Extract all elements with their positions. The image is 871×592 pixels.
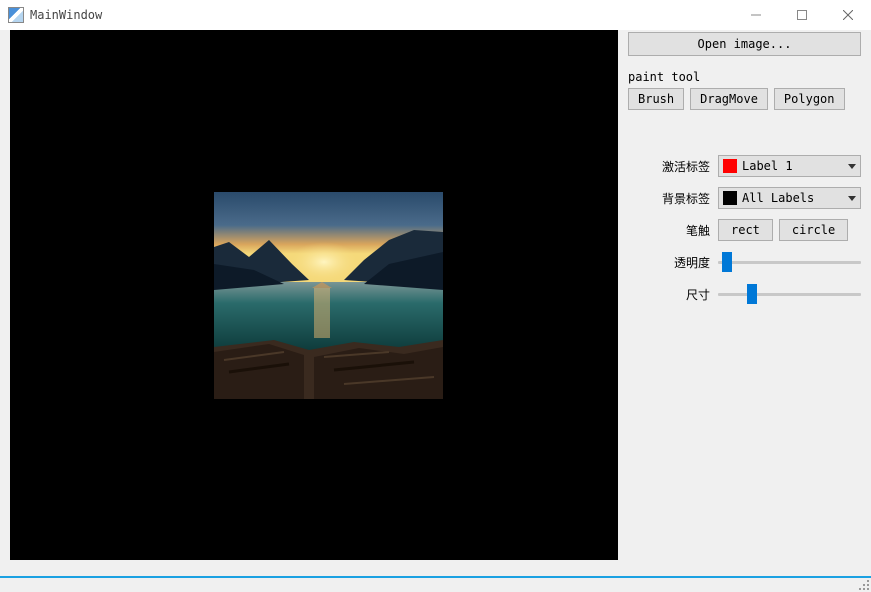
active-label-row: 激活标签 Label 1	[628, 155, 861, 177]
titlebar: MainWindow	[0, 0, 871, 30]
resize-grip[interactable]	[857, 578, 869, 590]
window-title: MainWindow	[30, 8, 102, 22]
close-icon	[843, 10, 853, 20]
main-content: Open image... paint tool Brush DragMove …	[0, 30, 871, 575]
active-label-select[interactable]: Label 1	[718, 155, 861, 177]
rect-button[interactable]: rect	[718, 219, 773, 241]
dragmove-button[interactable]: DragMove	[690, 88, 768, 110]
bg-label-text: 背景标签	[628, 190, 710, 207]
bg-label-value: All Labels	[742, 191, 844, 205]
maximize-icon	[797, 10, 807, 20]
chevron-down-icon	[848, 196, 856, 201]
image-canvas[interactable]	[10, 30, 618, 560]
loaded-image	[214, 192, 443, 399]
app-icon	[8, 7, 24, 23]
active-label-text: 激活标签	[628, 158, 710, 175]
minimize-icon	[751, 10, 761, 20]
brush-shape-text: 笔触	[628, 222, 710, 239]
brush-shape-row: 笔触 rect circle	[628, 219, 861, 241]
control-panel: Open image... paint tool Brush DragMove …	[628, 30, 861, 570]
chevron-down-icon	[848, 164, 856, 169]
circle-button[interactable]: circle	[779, 219, 848, 241]
bg-label-row: 背景标签 All Labels	[628, 187, 861, 209]
bg-label-select[interactable]: All Labels	[718, 187, 861, 209]
open-image-button[interactable]: Open image...	[628, 32, 861, 56]
minimize-button[interactable]	[733, 0, 779, 30]
slider-thumb[interactable]	[747, 284, 757, 304]
active-label-value: Label 1	[742, 159, 844, 173]
bg-label-swatch	[723, 191, 737, 205]
opacity-slider[interactable]	[718, 251, 861, 273]
opacity-label: 透明度	[628, 254, 710, 271]
brush-button[interactable]: Brush	[628, 88, 684, 110]
size-row: 尺寸	[628, 283, 861, 305]
opacity-row: 透明度	[628, 251, 861, 273]
maximize-button[interactable]	[779, 0, 825, 30]
paint-tool-label: paint tool	[628, 70, 861, 84]
close-button[interactable]	[825, 0, 871, 30]
polygon-button[interactable]: Polygon	[774, 88, 845, 110]
size-label: 尺寸	[628, 286, 710, 303]
slider-thumb[interactable]	[722, 252, 732, 272]
active-label-swatch	[723, 159, 737, 173]
paint-tool-row: Brush DragMove Polygon	[628, 88, 861, 110]
size-slider[interactable]	[718, 283, 861, 305]
statusbar	[0, 576, 871, 592]
window-controls	[733, 0, 871, 30]
